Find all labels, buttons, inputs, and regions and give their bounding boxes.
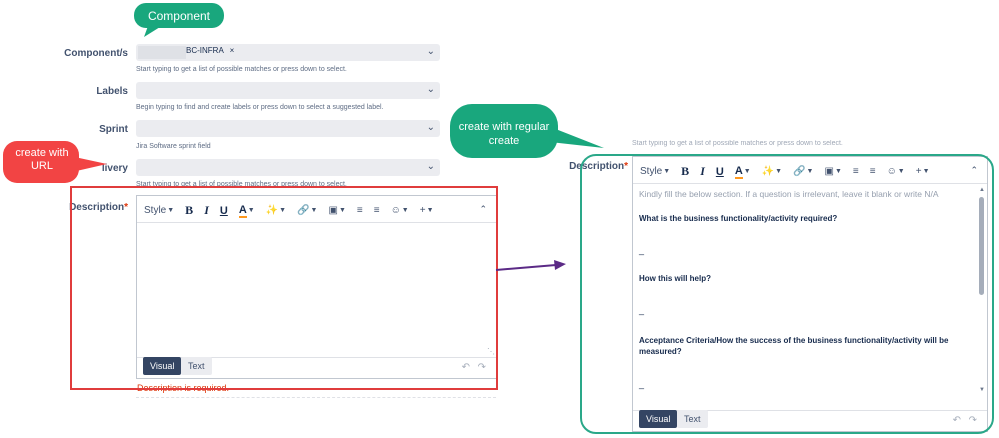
component-field[interactable]: BC-INFRA × ⌄: [136, 44, 440, 61]
component-chip: BC-INFRA ×: [186, 46, 234, 55]
labels-help: Begin typing to find and create labels o…: [136, 104, 384, 111]
component-help: Start typing to get a list of possible m…: [136, 66, 347, 73]
regular-callout: create with regular create: [458, 121, 550, 147]
sprint-label: Sprint: [99, 124, 128, 135]
url-highlight-box: [70, 186, 498, 390]
chevron-down-icon[interactable]: ⌄: [427, 161, 435, 172]
field-separator: [136, 397, 496, 398]
url-callout: create with URL: [15, 147, 69, 172]
delivery-field[interactable]: ⌄: [136, 159, 440, 176]
chevron-down-icon[interactable]: ⌄: [427, 46, 435, 57]
sprint-help: Jira Software sprint field: [136, 143, 211, 150]
labels-label: Labels: [96, 86, 128, 97]
chevron-down-icon[interactable]: ⌄: [427, 122, 435, 133]
component-chip-text: BC-INFRA: [186, 46, 224, 55]
regular-highlight-box: [580, 154, 994, 434]
component-label: Component/s: [64, 48, 128, 59]
chevron-down-icon[interactable]: ⌄: [427, 84, 435, 95]
sprint-field[interactable]: ⌄: [136, 120, 440, 137]
remove-chip-icon[interactable]: ×: [230, 46, 235, 55]
compare-arrow: [495, 260, 566, 271]
labels-field[interactable]: ⌄: [136, 82, 440, 99]
right-top-help: Start typing to get a list of possible m…: [632, 140, 843, 147]
component-callout: Component: [147, 9, 211, 23]
component-chip-blur: [138, 46, 186, 59]
